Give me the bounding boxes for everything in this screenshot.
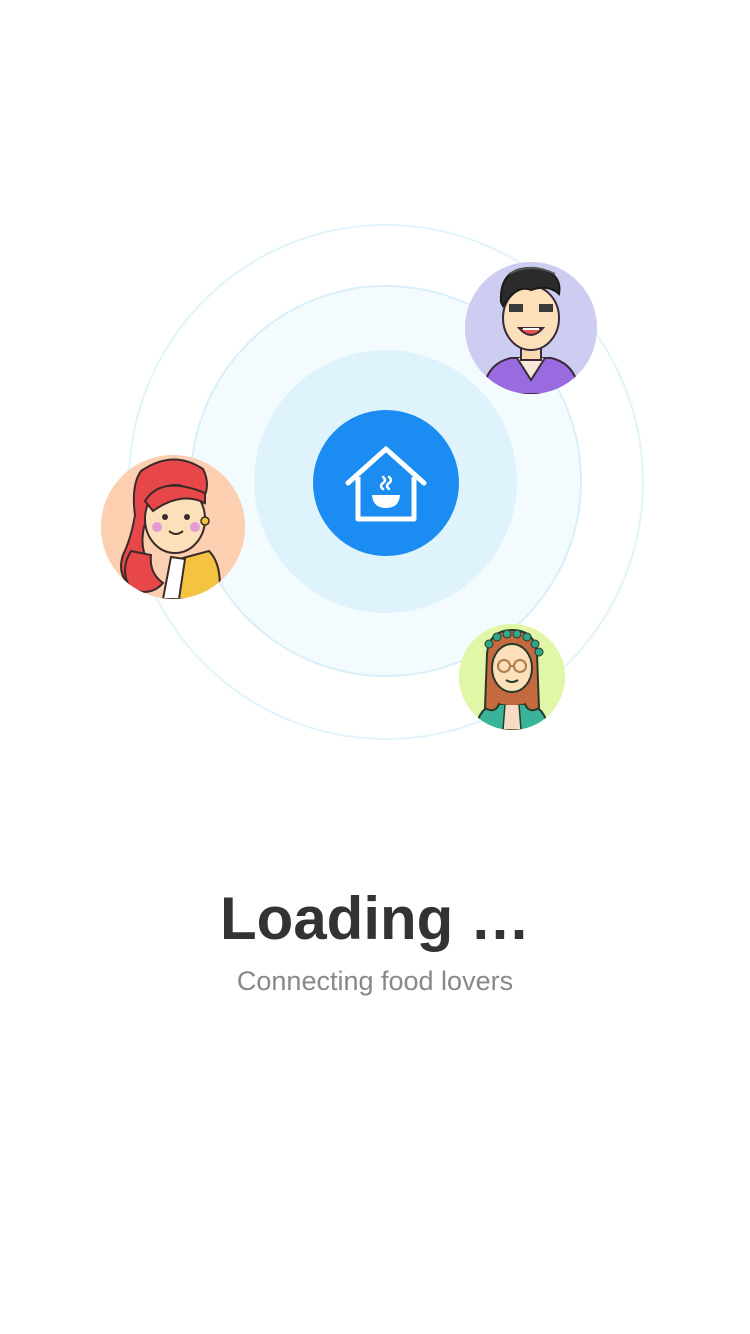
house-with-bowl-icon	[345, 446, 427, 522]
man-avatar	[465, 262, 597, 394]
app-logo	[313, 410, 459, 556]
flower-crown-woman-avatar	[459, 624, 565, 730]
loading-title: Loading …	[220, 885, 530, 952]
loading-screen: Loading … Connecting food lovers	[0, 0, 750, 1334]
loading-subtitle: Connecting food lovers	[236, 966, 514, 996]
red-hair-woman-avatar	[101, 455, 245, 599]
radar-animation	[0, 0, 750, 800]
